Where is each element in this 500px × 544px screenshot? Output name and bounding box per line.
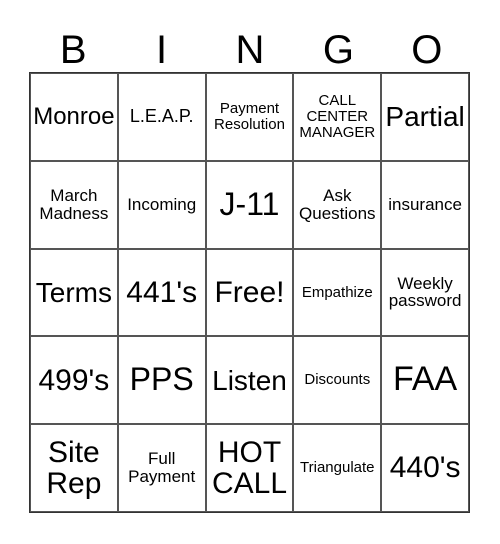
header-letter-i: I	[156, 28, 168, 72]
bingo-cell[interactable]: 441's	[117, 248, 206, 337]
bingo-header: B I N G O	[29, 28, 471, 72]
bingo-free-space[interactable]: Free!	[205, 248, 294, 337]
bingo-cell[interactable]: Site Rep	[30, 424, 118, 512]
header-letter-g: G	[322, 28, 354, 72]
header-letter-b: B	[59, 28, 87, 72]
header-letter-o: O	[411, 28, 443, 72]
bingo-cell[interactable]: J-11	[205, 160, 294, 249]
bingo-cell[interactable]: L.E.A.P.	[117, 73, 206, 161]
header-letter-n: N	[235, 28, 265, 72]
bingo-cell[interactable]: 440's	[381, 424, 469, 512]
bingo-cell[interactable]: Monroe	[30, 73, 118, 161]
bingo-cell[interactable]: insurance	[381, 160, 469, 249]
bingo-cell[interactable]: Terms	[30, 248, 118, 337]
bingo-cell[interactable]: FAA	[381, 336, 469, 425]
bingo-cell[interactable]: Ask Questions	[293, 160, 382, 249]
bingo-cell[interactable]: Full Payment	[117, 424, 206, 512]
bingo-cell[interactable]: Triangulate	[293, 424, 382, 512]
bingo-cell[interactable]: Partial	[381, 73, 469, 161]
bingo-cell[interactable]: CALL CENTER MANAGER	[293, 73, 382, 161]
bingo-cell[interactable]: Empathize	[293, 248, 382, 337]
bingo-cell[interactable]: PPS	[117, 336, 206, 425]
bingo-cell[interactable]: Incoming	[117, 160, 206, 249]
bingo-board: Monroe L.E.A.P. Payment Resolution CALL CE…	[29, 72, 470, 513]
bingo-cell[interactable]: March Madness	[30, 160, 118, 249]
bingo-cell[interactable]: Payment Resolution	[205, 73, 294, 161]
bingo-cell[interactable]: Discounts	[293, 336, 382, 425]
bingo-cell[interactable]: Listen	[205, 336, 294, 425]
bingo-cell[interactable]: HOT CALL	[205, 424, 294, 512]
bingo-cell[interactable]: 499's	[30, 336, 118, 425]
bingo-cell[interactable]: Weekly password	[381, 248, 469, 337]
